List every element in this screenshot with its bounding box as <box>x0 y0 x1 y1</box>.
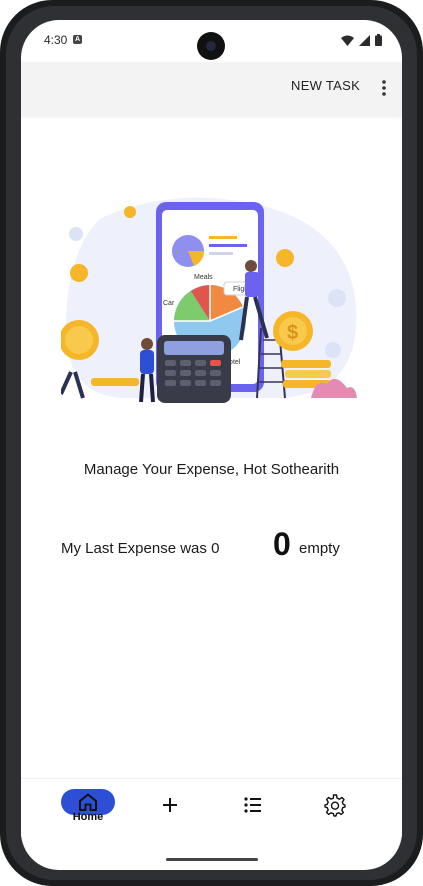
gear-icon[interactable] <box>323 793 347 817</box>
more-vert-icon[interactable] <box>379 78 389 98</box>
gesture-home-indicator[interactable] <box>166 858 258 861</box>
nav-home-label: Home <box>72 811 104 823</box>
greeting-text: Manage Your Expense, Hot Sothearith <box>83 461 340 478</box>
status-icons <box>341 34 382 46</box>
last-expense-value: 0 <box>273 526 291 562</box>
wifi-icon <box>341 35 354 46</box>
home-icon <box>79 793 97 811</box>
status-time: 4:30 <box>44 33 68 47</box>
last-expense-row: My Last Expense was 0 0 empty <box>61 526 381 566</box>
app-bar: NEW TASK <box>21 62 402 116</box>
list-icon[interactable] <box>241 793 265 817</box>
new-task-button[interactable]: NEW TASK <box>291 78 360 93</box>
bottom-navigation: Home <box>21 778 402 839</box>
camera-cutout-icon <box>197 32 225 60</box>
illustration-label-car: Car <box>163 300 175 307</box>
notification-a-icon: A <box>73 35 82 44</box>
expense-illustration: Meals Car Hotel Flight $ <box>61 197 357 403</box>
battery-icon <box>375 34 382 46</box>
last-expense-suffix: empty <box>299 540 340 557</box>
last-expense-label: My Last Expense was 0 <box>61 540 220 557</box>
app-screen: 4:30 A NEW TASK Meals Car Hotel Flight $… <box>21 20 402 870</box>
illustration-dollar-coin: $ <box>287 322 298 344</box>
status-bar: 4:30 A <box>21 20 402 62</box>
plus-icon[interactable] <box>158 793 182 817</box>
signal-icon <box>359 34 370 46</box>
illustration-label-meals: Meals <box>194 274 213 281</box>
